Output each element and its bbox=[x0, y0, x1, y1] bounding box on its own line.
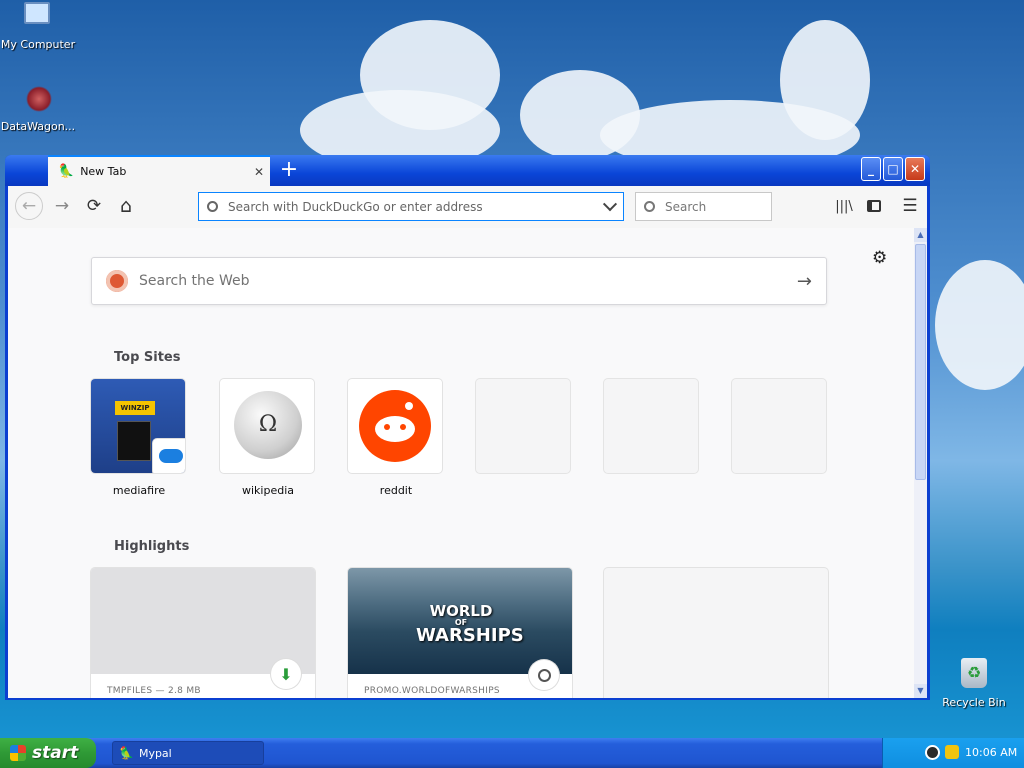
chevron-down-icon[interactable] bbox=[602, 196, 618, 211]
tray-network-icon[interactable] bbox=[945, 745, 959, 759]
top-site-tile bbox=[476, 379, 570, 473]
system-tray: 10:06 AM bbox=[882, 738, 1024, 768]
task-label: Mypal bbox=[138, 746, 172, 760]
cloud bbox=[780, 20, 870, 140]
search-icon bbox=[644, 201, 655, 212]
web-search-placeholder: Search the Web bbox=[139, 273, 250, 289]
highlight-caption: TMPFILES — 2.8 MB bbox=[107, 686, 201, 696]
highlight-card[interactable]: WORLD OF WARSHIPS PROMO.WORLDOFWARSHIPS bbox=[348, 568, 572, 698]
nav-bar: ← → ⟳ ⌂ Search with DuckDuckGo or enter … bbox=[8, 186, 927, 229]
highlight-card[interactable]: ⬇ TMPFILES — 2.8 MB bbox=[91, 568, 315, 698]
url-bar[interactable]: Search with DuckDuckGo or enter address bbox=[198, 192, 624, 221]
scroll-down-arrow[interactable]: ▼ bbox=[914, 684, 927, 698]
product-box bbox=[117, 421, 151, 461]
search-icon bbox=[207, 201, 218, 212]
top-site-tile bbox=[732, 379, 826, 473]
warships-logo: WORLD OF WARSHIPS bbox=[416, 602, 524, 646]
settings-gear-icon[interactable]: ⚙ bbox=[872, 248, 887, 268]
windows-logo-icon bbox=[10, 745, 26, 761]
desktop-icon-label: My Computer bbox=[0, 38, 76, 51]
sidebar-icon[interactable] bbox=[860, 192, 888, 220]
desktop-icon-datawagon[interactable]: DataWagon... bbox=[0, 84, 76, 138]
highlight-card-empty[interactable] bbox=[604, 568, 828, 698]
top-site-label: wikipedia bbox=[241, 484, 294, 497]
search-placeholder: Search bbox=[665, 199, 707, 214]
mediafire-icon bbox=[159, 449, 183, 463]
top-site-tile: Ω bbox=[220, 379, 314, 473]
back-button[interactable]: ← bbox=[15, 192, 43, 220]
url-placeholder: Search with DuckDuckGo or enter address bbox=[228, 199, 483, 214]
browser-window: 🦜 New Tab ✕ + _ □ ✕ ← → ⟳ ⌂ Search with … bbox=[5, 155, 930, 700]
new-tab-button[interactable]: + bbox=[273, 155, 305, 186]
tab-favicon-icon: 🦜 bbox=[58, 164, 75, 179]
clock[interactable]: 10:06 AM bbox=[965, 746, 1017, 759]
title-bar[interactable]: 🦜 New Tab ✕ + _ □ ✕ bbox=[5, 155, 930, 186]
recycle-bin-icon: ♻ bbox=[961, 658, 987, 688]
top-site-tile bbox=[348, 379, 442, 473]
web-search-box[interactable]: Search the Web → bbox=[91, 257, 827, 305]
home-button[interactable]: ⌂ bbox=[112, 192, 140, 220]
clock-icon bbox=[529, 660, 559, 690]
tab-new-tab[interactable]: 🦜 New Tab ✕ bbox=[48, 155, 270, 186]
scroll-up-arrow[interactable]: ▲ bbox=[914, 228, 927, 242]
top-site-label: reddit bbox=[379, 484, 413, 497]
top-site-label: mediafire bbox=[112, 484, 166, 497]
reddit-icon bbox=[359, 390, 431, 462]
mediafire-badge bbox=[153, 439, 185, 473]
top-site-tile bbox=[604, 379, 698, 473]
scrollbar[interactable]: ▲ ▼ bbox=[914, 228, 927, 698]
winzip-brand: WINZIP bbox=[115, 401, 155, 415]
top-site-empty[interactable] bbox=[604, 379, 700, 484]
menu-button[interactable]: ☰ bbox=[896, 192, 924, 220]
start-label: start bbox=[32, 743, 79, 763]
scroll-thumb[interactable] bbox=[915, 244, 926, 480]
tray-app-icon[interactable] bbox=[925, 745, 940, 760]
top-site-tile: WINZIP bbox=[91, 379, 185, 473]
task-button-mypal[interactable]: 🦜 Mypal bbox=[112, 741, 264, 765]
forward-button[interactable]: → bbox=[48, 192, 76, 220]
reload-button[interactable]: ⟳ bbox=[80, 192, 108, 220]
new-tab-page: ⚙ Search the Web → Top Sites WINZIP medi… bbox=[8, 228, 914, 698]
top-site-wikipedia[interactable]: Ω wikipedia bbox=[220, 379, 316, 497]
arrow-right-icon[interactable]: → bbox=[797, 271, 812, 292]
desktop-icon-label: Recycle Bin bbox=[942, 696, 1006, 709]
top-sites-heading: Top Sites bbox=[114, 350, 181, 365]
desktop-icon-my-computer[interactable]: My Computer bbox=[0, 2, 76, 56]
desktop-icon-recycle-bin[interactable]: ♻ Recycle Bin bbox=[936, 656, 1012, 712]
tab-title: New Tab bbox=[80, 165, 127, 178]
wikipedia-globe-icon: Ω bbox=[234, 391, 302, 459]
logo-word: WARSHIPS bbox=[416, 625, 524, 646]
download-icon: ⬇ bbox=[271, 659, 301, 689]
top-site-reddit[interactable]: reddit bbox=[348, 379, 444, 497]
top-site-mediafire[interactable]: WINZIP mediafire bbox=[91, 379, 187, 497]
mypal-icon: 🦜 bbox=[119, 746, 134, 760]
tab-close-icon[interactable]: ✕ bbox=[254, 165, 264, 179]
library-icon[interactable]: |||\ bbox=[830, 192, 858, 220]
start-button[interactable]: start bbox=[0, 738, 96, 768]
datawagon-icon bbox=[26, 86, 52, 112]
top-site-empty[interactable] bbox=[732, 379, 828, 484]
taskbar: start 🦜 Mypal 10:06 AM bbox=[0, 738, 1024, 768]
logo-word: WORLD bbox=[429, 602, 493, 620]
highlights-heading: Highlights bbox=[114, 539, 190, 554]
cloud bbox=[935, 260, 1024, 390]
highlight-image: WORLD OF WARSHIPS bbox=[348, 568, 572, 674]
minimize-button[interactable]: _ bbox=[861, 157, 881, 181]
duckduckgo-icon bbox=[106, 270, 128, 292]
close-button[interactable]: ✕ bbox=[905, 157, 925, 181]
highlight-image bbox=[91, 568, 315, 674]
computer-icon bbox=[24, 2, 50, 24]
highlight-caption: PROMO.WORLDOFWARSHIPS bbox=[364, 686, 500, 696]
search-bar[interactable]: Search bbox=[635, 192, 772, 221]
desktop-icon-label: DataWagon... bbox=[0, 120, 76, 133]
maximize-button[interactable]: □ bbox=[883, 157, 903, 181]
top-site-empty[interactable] bbox=[476, 379, 572, 484]
